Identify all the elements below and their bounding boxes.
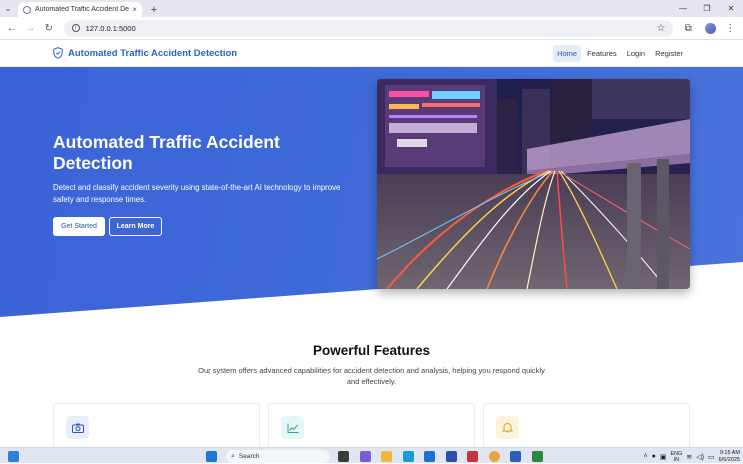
feature-card-camera bbox=[53, 403, 260, 447]
brand-title: Automated Traffic Accident Detection bbox=[68, 47, 238, 59]
feature-card-alerts bbox=[483, 403, 690, 447]
close-window-button[interactable]: ✕ bbox=[719, 0, 743, 17]
search-icon: ⌕ bbox=[231, 452, 235, 460]
word-icon[interactable] bbox=[510, 451, 521, 462]
forward-arrow-icon[interactable]: → bbox=[23, 20, 39, 36]
maximize-button[interactable]: ❐ bbox=[695, 0, 719, 17]
widgets-icon[interactable] bbox=[8, 451, 19, 462]
window-controls: — ❐ ✕ bbox=[671, 0, 743, 17]
url-text: 127.0.0.1:5000 bbox=[85, 23, 136, 33]
language-indicator[interactable]: ENG IN bbox=[670, 451, 682, 463]
get-started-button[interactable]: Get Started bbox=[53, 217, 105, 236]
web-page: Automated Traffic Accident Detection Hom… bbox=[0, 41, 743, 447]
nav-login[interactable]: Login bbox=[623, 45, 649, 62]
copilot-icon[interactable] bbox=[360, 451, 371, 462]
url-input[interactable]: i 127.0.0.1:5000 ☆ bbox=[63, 19, 674, 37]
store-icon[interactable] bbox=[424, 451, 435, 462]
tab-title: Automated Traffic Accident De bbox=[35, 6, 130, 13]
windows-start-icon[interactable] bbox=[206, 451, 217, 462]
camera-icon bbox=[66, 416, 89, 439]
features-subtitle: Our system offers advanced capabilities … bbox=[198, 366, 545, 386]
pycharm-icon[interactable] bbox=[532, 451, 543, 462]
nav-features[interactable]: Features bbox=[583, 45, 621, 62]
profile-avatar[interactable] bbox=[704, 22, 716, 34]
wifi-icon[interactable]: ≋ bbox=[686, 453, 692, 461]
site-info-icon[interactable]: i bbox=[71, 24, 80, 32]
new-tab-button[interactable]: + bbox=[146, 2, 162, 17]
language-region: IN bbox=[673, 456, 680, 463]
language-code: ENG bbox=[670, 450, 683, 457]
taskbar-search-label: Search bbox=[238, 453, 260, 460]
bell-icon bbox=[496, 416, 519, 439]
nav-home[interactable]: Home bbox=[553, 45, 582, 62]
tray-app-icon[interactable]: ● bbox=[652, 453, 656, 460]
nav-register[interactable]: Register bbox=[651, 45, 687, 62]
site-navbar: Automated Traffic Accident Detection Hom… bbox=[0, 41, 743, 67]
chart-line-icon bbox=[281, 416, 304, 439]
edge-icon[interactable] bbox=[403, 451, 414, 462]
browser-tab-bar: ⌄ Automated Traffic Accident De × + — ❐ … bbox=[0, 0, 743, 17]
clock-time: 9:15 AM bbox=[719, 450, 740, 456]
volume-icon[interactable]: ◁) bbox=[696, 453, 704, 461]
tray-app2-icon[interactable]: ▣ bbox=[660, 453, 667, 461]
brand-link[interactable]: Automated Traffic Accident Detection bbox=[53, 47, 237, 59]
hero-title: Automated Traffic Accident Detection bbox=[53, 132, 280, 173]
feature-card-analytics bbox=[268, 403, 475, 447]
hero-section: Automated Traffic Accident Detection Det… bbox=[0, 67, 743, 317]
clock[interactable]: 9:15 AM 6/6/2025 bbox=[719, 450, 740, 463]
features-title: Powerful Features bbox=[312, 343, 431, 358]
file-explorer-icon[interactable] bbox=[381, 451, 392, 462]
close-tab-icon[interactable]: × bbox=[132, 5, 137, 14]
windows-taskbar: ⌕ Search ˄ ● ▣ ENG IN ≋ ◁) ▭ 9:15 AM 6/6… bbox=[0, 447, 743, 463]
bookmark-star-icon[interactable]: ☆ bbox=[656, 23, 665, 34]
browser-menu-icon[interactable]: ⋮ bbox=[722, 19, 739, 37]
address-bar-row: ← → ↻ i 127.0.0.1:5000 ☆ ⧉ ⋮ bbox=[0, 17, 743, 40]
clock-date: 6/6/2025 bbox=[718, 456, 740, 463]
tab-search-chevron-icon[interactable]: ⌄ bbox=[0, 0, 16, 17]
learn-more-button[interactable]: Learn More bbox=[109, 217, 162, 236]
battery-icon[interactable]: ▭ bbox=[708, 453, 715, 461]
hero-subtitle: Detect and classify accident severity us… bbox=[53, 183, 341, 204]
hero-city-traffic-image bbox=[377, 79, 690, 289]
system-tray: ˄ ● ▣ ENG IN ≋ ◁) ▭ 9:15 AM 6/6/2025 bbox=[643, 449, 743, 464]
extensions-puzzle-icon[interactable]: ⧉ bbox=[679, 19, 696, 37]
nav-links: Home Features Login Register bbox=[551, 45, 687, 62]
mcafee-icon[interactable] bbox=[467, 451, 478, 462]
browser-tab-active[interactable]: Automated Traffic Accident De × bbox=[18, 2, 142, 17]
taskbar-search[interactable]: ⌕ Search bbox=[226, 450, 330, 463]
shield-check-icon bbox=[53, 47, 63, 59]
tray-chevron-up-icon[interactable]: ˄ bbox=[643, 453, 647, 460]
chrome-icon[interactable] bbox=[489, 451, 500, 462]
minimize-button[interactable]: — bbox=[671, 0, 695, 17]
task-view-icon[interactable] bbox=[338, 451, 349, 462]
outlook-icon[interactable] bbox=[446, 451, 457, 462]
globe-icon bbox=[23, 5, 31, 14]
reload-icon[interactable]: ↻ bbox=[41, 20, 57, 36]
back-arrow-icon[interactable]: ← bbox=[4, 20, 20, 36]
